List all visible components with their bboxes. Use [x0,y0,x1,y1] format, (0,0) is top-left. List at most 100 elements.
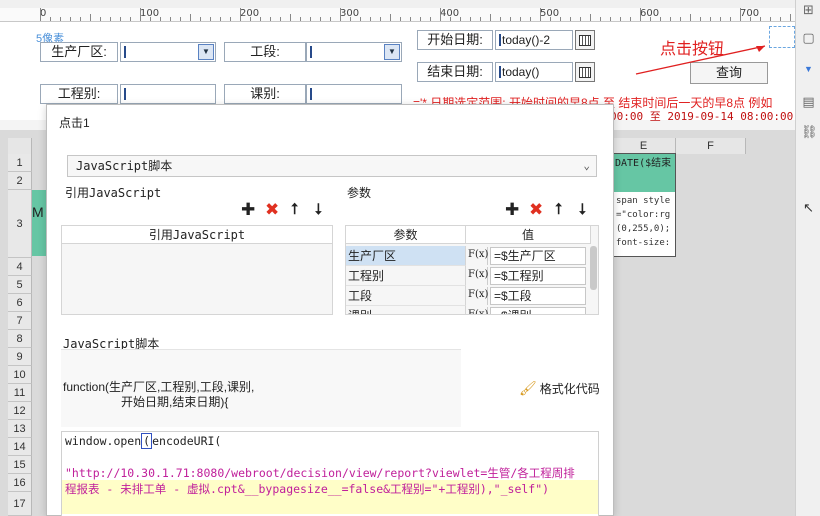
add-ref-icon[interactable]: ✚ [241,201,255,219]
move-down-icon[interactable]: ⭣ [579,201,586,219]
properties-icon[interactable]: ⊞ [801,2,816,17]
param-name[interactable]: 工程别 [346,266,466,286]
move-down-icon[interactable]: ⭣ [315,201,322,219]
param-value-input[interactable]: =$课别 [490,307,586,314]
param-row[interactable]: 工段 F(x) =$工段 [346,286,591,306]
param-name-header: 参数 [346,226,466,244]
formula-icon[interactable]: F(x) [468,267,488,285]
formula-icon[interactable]: F(x) [468,247,488,265]
ruler-tick [450,17,451,21]
cell-d-header: DATE($结束 [613,154,675,192]
formula-icon[interactable]: F(x) [468,307,488,314]
ruler-tick [40,8,41,21]
row-header[interactable]: 12 [8,402,32,420]
ref-js-label: 引用JavaScript [65,186,162,200]
event-dialog: 点击1 JavaScript脚本 ⌄ 引用JavaScript 参数 ✚ ✖ ⭡… [46,104,614,516]
param-value-input[interactable]: =$工段 [490,287,586,305]
row-header[interactable]: 9 [8,348,32,366]
row-header[interactable]: 16 [8,474,32,492]
formula-icon[interactable]: F(x) [468,287,488,305]
ruler-tick [500,17,501,21]
format-code-button[interactable]: 🖌 格式化代码 [519,380,600,397]
ruler-tick [750,17,751,21]
delete-param-icon[interactable]: ✖ [529,201,543,219]
corner-cell[interactable] [8,138,32,154]
column-header-f[interactable]: F [676,138,746,154]
date-range-example: 00:00 至 2019-09-14 08:00:00 [610,110,794,123]
ruler-tick [580,17,581,21]
js-code-editor[interactable]: window.open(encodeURI( "http://10.30.1.7… [61,431,599,516]
param-scrollbar[interactable] [590,246,597,290]
ruler-tick [550,17,551,21]
param-value-input[interactable]: =$工程别 [490,267,586,285]
param-row[interactable]: 课别 F(x) =$课别 [346,306,591,314]
param-value-header: 值 [466,226,591,244]
row-header[interactable]: 8 [8,330,32,348]
ruler-tick [600,17,601,21]
ruler-tick [430,17,431,21]
ruler-tick [640,8,641,21]
dropdown-icon[interactable]: ▼ [384,44,400,60]
chevron-down-icon: ⌄ [583,159,590,172]
dropdown-icon[interactable]: ▼ [198,44,214,60]
row-header[interactable]: 10 [8,366,32,384]
ruler-tick [60,17,61,21]
horizontal-ruler: 0 100 200 300 400 500 600 700 [0,8,795,22]
end-date-input[interactable]: today() [495,62,573,82]
row-header[interactable]: 3 [8,190,32,258]
event-type-select[interactable]: JavaScript脚本 ⌄ [67,155,597,177]
ruler-tick [480,17,481,21]
row-header[interactable]: 1 (H) [8,154,32,187]
category-combo[interactable] [120,84,216,104]
row-header[interactable]: 5 [8,276,32,294]
code-line: window.open(encodeURI( [65,433,222,449]
param-name[interactable]: 课别 [346,306,466,314]
row-header[interactable]: 13 [8,420,32,438]
row-header[interactable]: 17 [8,492,32,516]
signature-line: 开始日期,结束日期){ [121,395,229,409]
ruler-tick [200,17,201,21]
function-signature: function(生产厂区,工程别,工段,课别, 开始日期,结束日期){ [61,349,461,427]
ruler-tick [310,17,311,21]
class-combo[interactable] [306,84,402,104]
ruler-tick [130,17,131,21]
add-param-icon[interactable]: ✚ [505,201,519,219]
layers-icon[interactable]: ▤ [801,94,816,109]
delete-ref-icon[interactable]: ✖ [265,201,279,219]
section-combo[interactable]: ▼ [306,42,402,62]
frame-icon[interactable]: ▢ [801,30,816,45]
row-header[interactable]: 15 [8,456,32,474]
selected-widget[interactable] [769,26,795,48]
ref-js-table[interactable]: 引用JavaScript [61,225,333,315]
param-name[interactable]: 工段 [346,286,466,306]
row-header[interactable]: 14 [8,438,32,456]
row-header[interactable]: 6 [8,294,32,312]
param-name[interactable]: 生产厂区 [346,246,466,266]
param-row[interactable]: 工程别 F(x) =$工程别 [346,266,591,286]
cell-d[interactable]: DATE($结束 span style ="color:rg (0,255,0)… [612,153,676,257]
calendar-icon[interactable] [575,30,595,50]
ruler-tick [90,14,91,21]
move-up-icon[interactable]: ⭡ [291,201,298,219]
move-up-icon[interactable]: ⭡ [555,201,562,219]
row-header[interactable]: 4 [8,258,32,276]
row-header[interactable]: 11 [8,384,32,402]
ruler-tick [530,17,531,21]
factory-combo[interactable]: ▼ [120,42,216,62]
param-row[interactable]: 生产厂区 F(x) =$生产厂区 [346,246,591,266]
ruler-tick [690,14,691,21]
expand-icon[interactable]: ▼ [801,62,816,77]
param-value-input[interactable]: =$生产厂区 [490,247,586,265]
column-header-e[interactable]: E [612,138,676,154]
ruler-tick [300,17,301,21]
start-date-input[interactable]: today()-2 [495,30,573,50]
calendar-icon[interactable] [575,62,595,82]
row-header[interactable]: 7 [8,312,32,330]
cell-a3[interactable]: M [32,190,46,256]
row-header[interactable]: 2 (H) [8,172,32,205]
param-table[interactable]: 参数 值 生产厂区 F(x) =$生产厂区 工程别 F(x) =$工程别 工段 … [345,225,599,315]
cell-d-line: ="color:rg [616,210,671,220]
ref-js-column-header: 引用JavaScript [62,226,332,244]
cell-d-line: (0,255,0); [616,224,671,234]
link-icon[interactable]: ⛓ [801,124,818,139]
